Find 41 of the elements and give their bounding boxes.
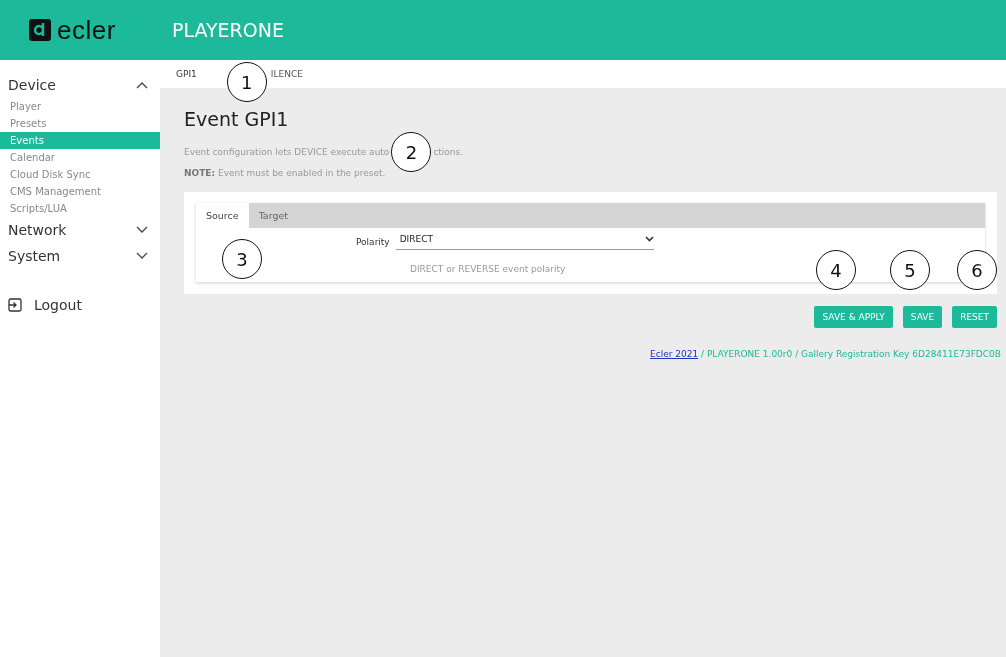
- sidebar-item[interactable]: Player: [0, 98, 160, 115]
- subtab[interactable]: GPI1: [176, 60, 197, 79]
- callout-number: 3: [222, 239, 262, 279]
- description-text: Event configuration lets DEVICE execute auto: [184, 147, 390, 157]
- footer-text: / PLAYERONE 1.00r0 / Gallery Registration Key 6D28411E73FDC0B: [700, 349, 1001, 359]
- polarity-dropdown[interactable]: DIRECT: [395, 234, 654, 250]
- action-button[interactable]: SAVE & APPLY: [814, 306, 893, 328]
- logo-text: ecler: [57, 14, 116, 46]
- callout-number: 6: [957, 250, 997, 290]
- callout-number: 5: [890, 250, 930, 290]
- logout-link[interactable]: Logout: [0, 297, 160, 313]
- sidebar-item[interactable]: CMS Management: [0, 183, 160, 200]
- callout-number: 2: [391, 132, 432, 172]
- sidebar-section[interactable]: System: [0, 243, 160, 269]
- chevron-icon: [136, 252, 148, 260]
- page-title: Event GPI1: [184, 108, 290, 130]
- chevron-icon: [136, 81, 148, 89]
- field-label: Polarity: [356, 237, 390, 247]
- footer-link[interactable]: Ecler 2021: [650, 349, 699, 359]
- sidebar-item[interactable]: Scripts/LUA: [0, 200, 160, 217]
- action-button[interactable]: RESET: [952, 306, 997, 328]
- sidebar-item[interactable]: Presets: [0, 115, 160, 132]
- description-text: ctions.: [433, 147, 464, 157]
- logout-icon: [8, 298, 22, 312]
- chevron-icon: [136, 226, 148, 234]
- tab[interactable]: Target: [248, 203, 299, 228]
- action-button[interactable]: SAVE: [902, 306, 943, 328]
- sidebar-item[interactable]: Calendar: [0, 149, 160, 166]
- sidebar-item[interactable]: Cloud Disk Sync: [0, 166, 160, 183]
- field-hint: DIRECT or REVERSE event polarity: [410, 264, 566, 274]
- sidebar-section[interactable]: Device: [0, 72, 160, 98]
- logo-icon: [29, 19, 51, 41]
- callout-number: 4: [816, 250, 856, 290]
- sidebar-item[interactable]: Events: [0, 132, 160, 149]
- subtab[interactable]: ILENCE: [270, 60, 303, 79]
- callout-number: 1: [226, 62, 267, 102]
- tab[interactable]: Source: [196, 203, 249, 228]
- app-title: PLAYERONE: [171, 19, 284, 41]
- sidebar-section[interactable]: Network: [0, 217, 160, 243]
- note-text: NOTE: Event must be enabled in the preset.: [184, 168, 387, 178]
- caret-icon: [644, 236, 654, 242]
